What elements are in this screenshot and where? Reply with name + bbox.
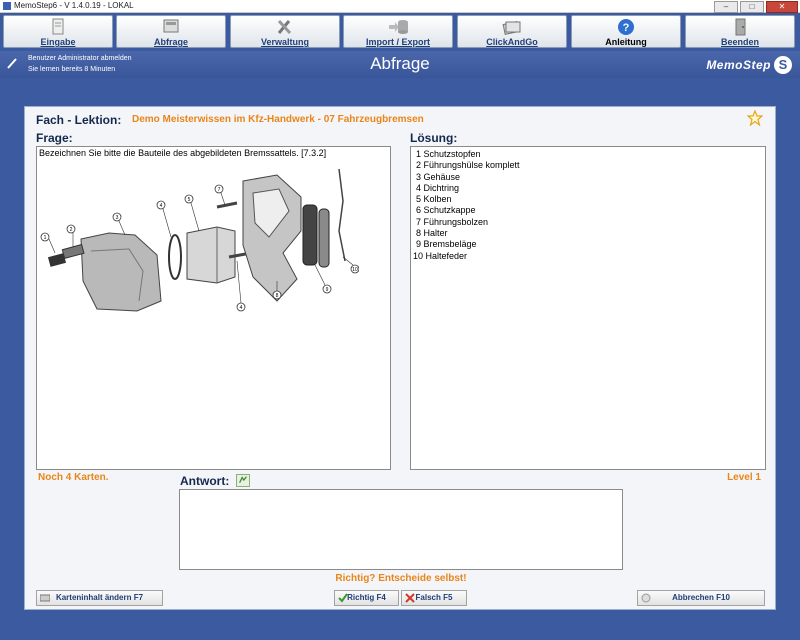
toolbar-button-eingabe[interactable]: Eingabe — [3, 15, 113, 48]
correct-label: Richtig F4 — [347, 593, 386, 602]
speak-answer-icon[interactable] — [236, 474, 250, 487]
list-item: 10 Haltefeder — [413, 250, 468, 261]
logo-text: MemoStep — [706, 58, 771, 72]
window-title: MemoStep6 - V 1.4.0.19 - LOKAL — [14, 1, 134, 10]
maximize-button[interactable]: □ — [740, 1, 764, 13]
toolbar-button-anleitung[interactable]: ? Anleitung — [571, 15, 681, 48]
window-titlebar: MemoStep6 - V 1.4.0.19 - LOKAL – □ ✕ — [0, 0, 800, 13]
callout-4: 4 — [160, 203, 163, 209]
app-icon — [3, 2, 11, 10]
toolbar-button-label: Eingabe — [40, 37, 76, 47]
main-toolbar: Eingabe Abfrage Verwaltung Import / Expo… — [0, 13, 800, 50]
favorite-star-icon[interactable] — [747, 110, 763, 126]
toolbar-button-label: Anleitung — [605, 37, 647, 47]
toolbar-button-abfrage[interactable]: Abfrage — [116, 15, 226, 48]
list-item: 6 Schutzkappe — [416, 205, 476, 216]
correct-button[interactable]: Richtig F4 — [334, 590, 399, 606]
list-item: 8 Halter — [416, 228, 448, 239]
wrong-button[interactable]: Falsch F5 — [401, 590, 467, 606]
level-indicator: Level 1 — [727, 472, 761, 483]
toolbar-button-verwaltung[interactable]: Verwaltung — [230, 15, 340, 48]
callout-7: 7 — [218, 187, 221, 193]
answer-label: Antwort: — [180, 474, 230, 488]
wrong-label: Falsch F5 — [415, 593, 453, 602]
toolbar-button-label: Beenden — [720, 37, 759, 47]
callout-4b: 4 — [240, 305, 243, 311]
document-icon — [52, 18, 64, 35]
card-query-icon — [163, 19, 179, 33]
minimize-button[interactable]: – — [714, 1, 738, 13]
exit-door-icon — [735, 18, 746, 36]
brake-caliper-diagram: 1 2 3 4 5 7 4 8 9 10 — [40, 168, 359, 312]
cancel-icon — [641, 593, 651, 603]
edit-card-label: Karteninhalt ändern F7 — [55, 593, 144, 602]
question-box: Bezeichnen Sie bitte die Bauteile des ab… — [36, 146, 391, 470]
cross-icon — [405, 593, 415, 603]
toolbar-button-label: Verwaltung — [260, 37, 309, 47]
solution-label: Lösung: — [410, 131, 458, 145]
answer-input[interactable] — [179, 489, 623, 570]
list-item: 5 Kolben — [416, 194, 452, 205]
close-button[interactable]: ✕ — [766, 1, 798, 13]
solution-box: 1 Schutzstopfen 2 Führungshülse komplett… — [410, 146, 766, 470]
callout-9: 9 — [326, 287, 329, 293]
lesson-label: Fach - Lektion: — [36, 113, 122, 127]
page-title: Abfrage — [370, 54, 430, 73]
memostep-logo: MemoStep S — [706, 55, 792, 75]
svg-text:?: ? — [623, 22, 630, 34]
window-controls: – □ ✕ — [714, 1, 798, 13]
toolbar-button-clickandgo[interactable]: ClickAndGo — [457, 15, 567, 48]
checkmark-icon — [338, 593, 348, 603]
logo-mark: S — [774, 56, 792, 74]
list-item: 9 Bremsbeläge — [416, 239, 477, 250]
edit-card-icon — [40, 594, 50, 602]
list-item: 1 Schutzstopfen — [416, 149, 481, 159]
toolbar-button-label: Abfrage — [153, 37, 188, 47]
question-text: Bezeichnen Sie bitte die Bauteile des ab… — [39, 148, 327, 158]
callout-1: 1 — [44, 235, 47, 241]
help-icon: ? — [618, 19, 634, 35]
tools-icon — [277, 19, 292, 35]
cancel-label: Abbrechen F10 — [672, 593, 730, 602]
list-item: 2 Führungshülse komplett — [416, 160, 520, 171]
callout-2: 2 — [70, 227, 73, 233]
list-item: 3 Gehäuse — [416, 171, 461, 182]
callout-8: 8 — [276, 293, 279, 299]
question-label: Frage: — [36, 131, 73, 145]
cancel-button[interactable]: Abbrechen F10 — [637, 590, 765, 606]
list-item: 7 Führungsbolzen — [416, 216, 489, 227]
toolbar-button-label: ClickAndGo — [486, 37, 538, 47]
callout-10: 10 — [352, 267, 358, 273]
query-panel: Fach - Lektion: Demo Meisterwissen im Kf… — [24, 106, 776, 610]
toolbar-button-import-export[interactable]: Import / Export — [343, 15, 453, 48]
lesson-value: Demo Meisterwissen im Kfz-Handwerk - 07 … — [132, 114, 424, 125]
edit-card-button[interactable]: Karteninhalt ändern F7 — [36, 590, 163, 606]
list-item: 4 Dichtring — [416, 182, 460, 193]
solution-list: 1 Schutzstopfen 2 Führungshülse komplett… — [413, 149, 520, 262]
self-assess-hint: Richtig? Entscheide selbst! — [335, 573, 467, 584]
database-icon — [389, 20, 408, 34]
toolbar-button-label: Import / Export — [365, 37, 430, 47]
cards-icon — [502, 21, 521, 35]
callout-3: 3 — [116, 215, 119, 221]
remaining-cards: Noch 4 Karten. — [38, 472, 109, 483]
callout-5: 5 — [188, 197, 191, 203]
toolbar-button-beenden[interactable]: Beenden — [685, 15, 795, 48]
status-strip: Benutzer Administrator abmelden Sie lern… — [0, 51, 800, 78]
